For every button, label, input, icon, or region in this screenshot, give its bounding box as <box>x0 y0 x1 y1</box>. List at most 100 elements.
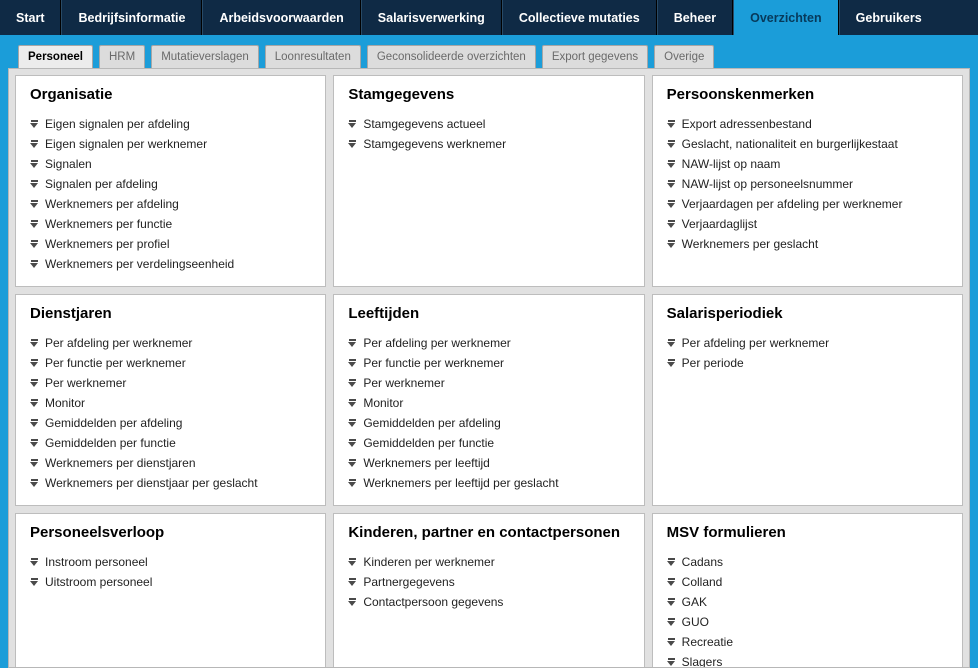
download-icon <box>667 220 676 229</box>
report-link-label: Instroom personeel <box>45 555 148 569</box>
download-icon <box>348 419 357 428</box>
report-link[interactable]: Gemiddelden per functie <box>30 433 311 453</box>
report-link[interactable]: Partnergegevens <box>348 572 629 592</box>
report-link-label: Uitstroom personeel <box>45 575 152 589</box>
card-kinderen: Kinderen, partner en contactpersonenKind… <box>333 513 644 668</box>
subtab-loon[interactable]: Loonresultaten <box>265 45 361 68</box>
card-salarisperiodiek: Salarisperiodiek Per afdeling per werknem… <box>652 294 963 506</box>
card-personeelsverloop: Personeelsverloop Instroom personeel Uitst… <box>15 513 326 668</box>
sub-tabs: Personeel HRM Mutatieverslagen Loonresultat… <box>0 45 978 68</box>
report-link[interactable]: Per afdeling per werknemer <box>667 333 948 353</box>
report-link-label: Recreatie <box>682 635 733 649</box>
report-link[interactable]: Per functie per werknemer <box>30 353 311 373</box>
download-icon <box>667 140 676 149</box>
report-link[interactable]: Cadans <box>667 552 948 572</box>
report-link[interactable]: NAW-lijst op naam <box>667 154 948 174</box>
report-link[interactable]: Gemiddelden per afdeling <box>348 413 629 433</box>
download-icon <box>30 399 39 408</box>
report-link[interactable]: Geslacht, nationaliteit en burgerlijkest… <box>667 134 948 154</box>
report-link-label: Export adressenbestand <box>682 117 812 131</box>
download-icon <box>30 419 39 428</box>
report-link[interactable]: Instroom personeel <box>30 552 311 572</box>
topnav-item-overz[interactable]: Overzichten <box>733 0 839 35</box>
topnav-item-gebr[interactable]: Gebruikers <box>839 0 938 35</box>
report-link[interactable]: Eigen signalen per afdeling <box>30 114 311 134</box>
topnav-item-bedrijf[interactable]: Bedrijfsinformatie <box>61 0 202 35</box>
card-title: Personeelsverloop <box>30 524 311 542</box>
report-link[interactable]: Kinderen per werknemer <box>348 552 629 572</box>
topnav-item-beheer[interactable]: Beheer <box>657 0 733 35</box>
topnav-item-salaris[interactable]: Salarisverwerking <box>361 0 502 35</box>
topnav-item-collect[interactable]: Collectieve mutaties <box>502 0 657 35</box>
subtab-hrm[interactable]: HRM <box>99 45 145 68</box>
report-link[interactable]: Verjaardaglijst <box>667 214 948 234</box>
subtab-overige[interactable]: Overige <box>654 45 714 68</box>
report-link[interactable]: Per werknemer <box>348 373 629 393</box>
report-link[interactable]: Per werknemer <box>30 373 311 393</box>
report-link-label: Gemiddelden per afdeling <box>363 416 500 430</box>
report-link[interactable]: Werknemers per profiel <box>30 234 311 254</box>
report-link[interactable]: Stamgegevens werknemer <box>348 134 629 154</box>
report-link[interactable]: Uitstroom personeel <box>30 572 311 592</box>
card-list: Stamgegevens actueel Stamgegevens werknem… <box>348 114 629 154</box>
report-link-label: Verjaardagen per afdeling per werknemer <box>682 197 903 211</box>
download-icon <box>667 598 676 607</box>
subtab-export[interactable]: Export gegevens <box>542 45 648 68</box>
topnav-item-start[interactable]: Start <box>0 0 61 35</box>
report-link[interactable]: Werknemers per afdeling <box>30 194 311 214</box>
report-link[interactable]: Werknemers per geslacht <box>667 234 948 254</box>
report-link[interactable]: Monitor <box>348 393 629 413</box>
report-link[interactable]: Werknemers per verdelingseenheid <box>30 254 311 274</box>
card-list: Per afdeling per werknemer Per periode <box>667 333 948 373</box>
report-link[interactable]: Contactpersoon gegevens <box>348 592 629 612</box>
download-icon <box>348 598 357 607</box>
subtab-mutatie[interactable]: Mutatieverslagen <box>151 45 259 68</box>
report-link[interactable]: Slagers <box>667 652 948 668</box>
report-link[interactable]: Stamgegevens actueel <box>348 114 629 134</box>
subtab-personeel[interactable]: Personeel <box>18 45 93 68</box>
report-link-label: Per afdeling per werknemer <box>682 336 829 350</box>
report-link[interactable]: GAK <box>667 592 948 612</box>
topnav-item-arbeids[interactable]: Arbeidsvoorwaarden <box>202 0 360 35</box>
report-link[interactable]: Werknemers per leeftijd per geslacht <box>348 473 629 493</box>
report-link[interactable]: Gemiddelden per afdeling <box>30 413 311 433</box>
report-link[interactable]: Per afdeling per werknemer <box>348 333 629 353</box>
report-link[interactable]: Monitor <box>30 393 311 413</box>
subtab-gecons[interactable]: Geconsolideerde overzichten <box>367 45 536 68</box>
report-link[interactable]: Export adressenbestand <box>667 114 948 134</box>
report-link[interactable]: Colland <box>667 572 948 592</box>
report-link[interactable]: GUO <box>667 612 948 632</box>
report-link[interactable]: Werknemers per functie <box>30 214 311 234</box>
download-icon <box>30 160 39 169</box>
report-link-label: Werknemers per profiel <box>45 237 170 251</box>
download-icon <box>348 558 357 567</box>
card-title: Salarisperiodiek <box>667 305 948 323</box>
card-persoonskenmerken: PersoonskenmerkenExport adressenbestandG… <box>652 75 963 287</box>
report-link[interactable]: Werknemers per dienstjaar per geslacht <box>30 473 311 493</box>
report-link[interactable]: Gemiddelden per functie <box>348 433 629 453</box>
download-icon <box>30 379 39 388</box>
download-icon <box>348 399 357 408</box>
card-organisatie: OrganisatieEigen signalen per afdelingEi… <box>15 75 326 287</box>
card-list: Instroom personeel Uitstroom personeel <box>30 552 311 592</box>
report-link[interactable]: Signalen per afdeling <box>30 174 311 194</box>
report-link-label: Cadans <box>682 555 723 569</box>
report-link-label: Stamgegevens actueel <box>363 117 485 131</box>
top-nav: StartBedrijfsinformatieArbeidsvoorwaarde… <box>0 0 978 35</box>
card-list: Eigen signalen per afdelingEigen signale… <box>30 114 311 274</box>
report-link[interactable]: Per periode <box>667 353 948 373</box>
report-link[interactable]: Per functie per werknemer <box>348 353 629 373</box>
report-link[interactable]: NAW-lijst op personeelsnummer <box>667 174 948 194</box>
report-link-label: Signalen <box>45 157 92 171</box>
report-link[interactable]: Per afdeling per werknemer <box>30 333 311 353</box>
report-link[interactable]: Signalen <box>30 154 311 174</box>
report-link[interactable]: Werknemers per dienstjaren <box>30 453 311 473</box>
download-icon <box>667 180 676 189</box>
download-icon <box>30 578 39 587</box>
download-icon <box>348 359 357 368</box>
report-link[interactable]: Werknemers per leeftijd <box>348 453 629 473</box>
report-link[interactable]: Eigen signalen per werknemer <box>30 134 311 154</box>
report-link[interactable]: Verjaardagen per afdeling per werknemer <box>667 194 948 214</box>
report-link[interactable]: Recreatie <box>667 632 948 652</box>
download-icon <box>30 558 39 567</box>
